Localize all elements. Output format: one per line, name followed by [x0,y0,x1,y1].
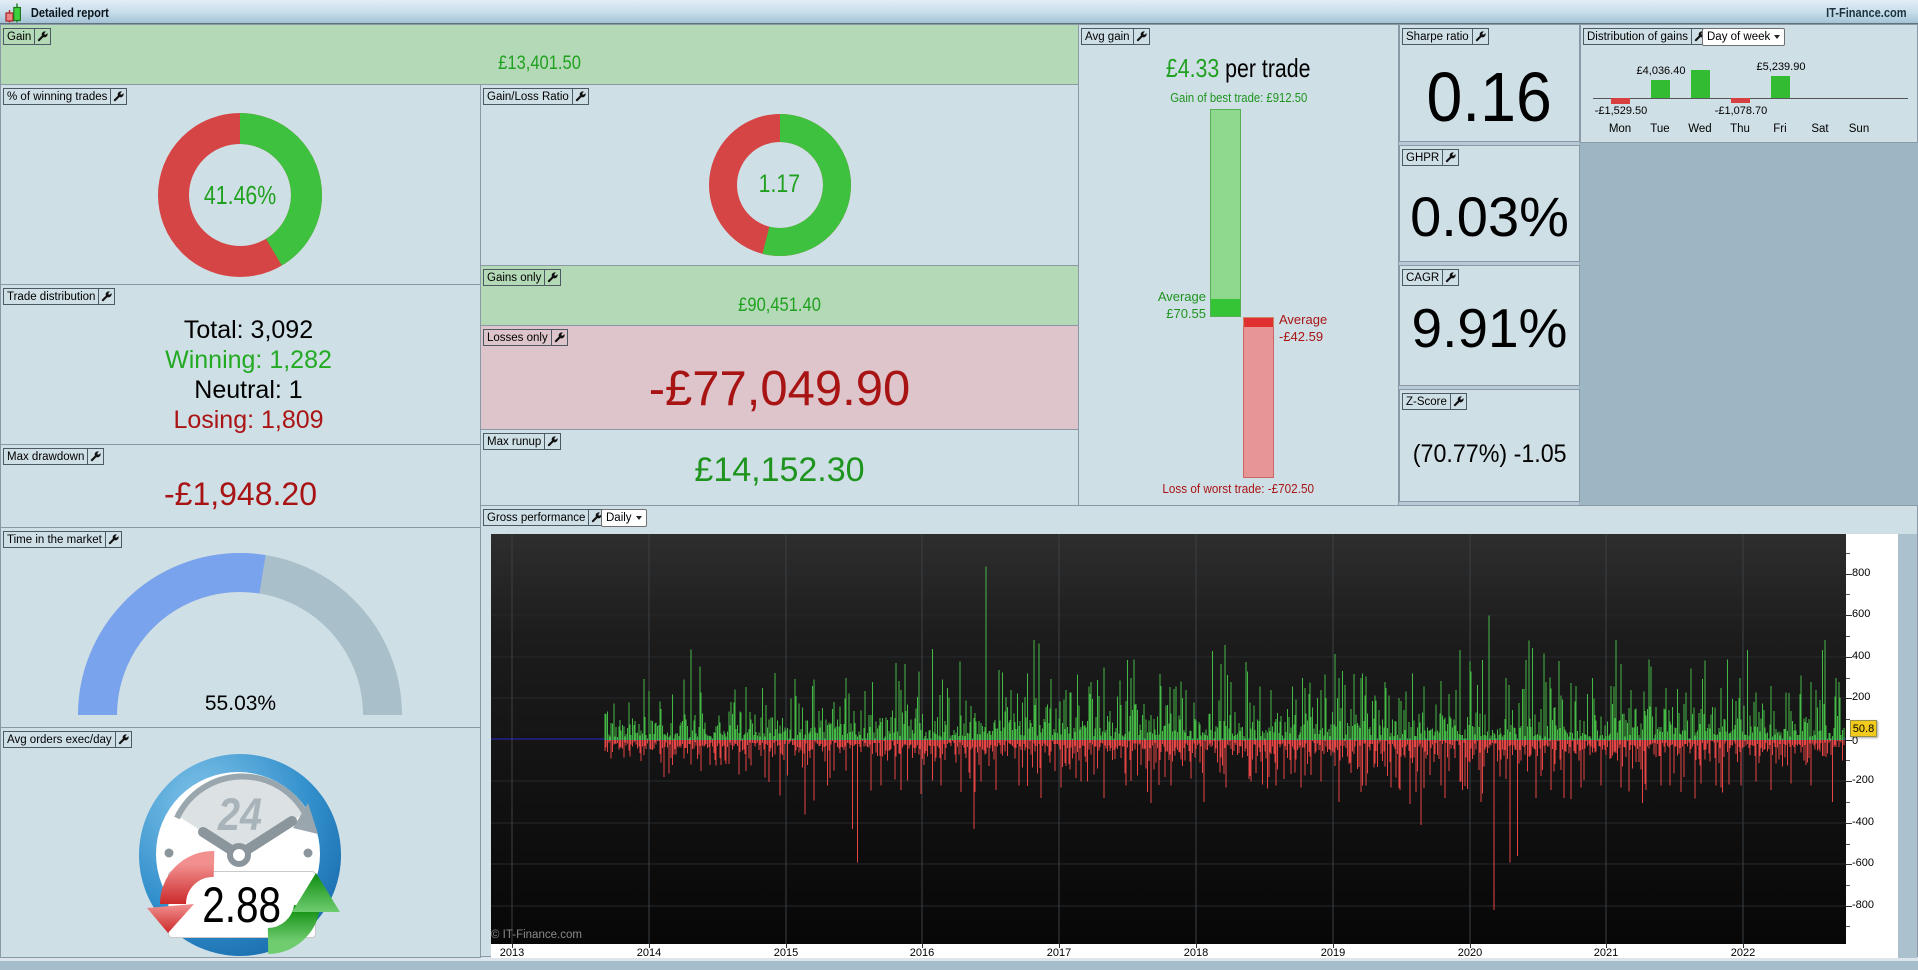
svg-text:24: 24 [217,790,262,840]
